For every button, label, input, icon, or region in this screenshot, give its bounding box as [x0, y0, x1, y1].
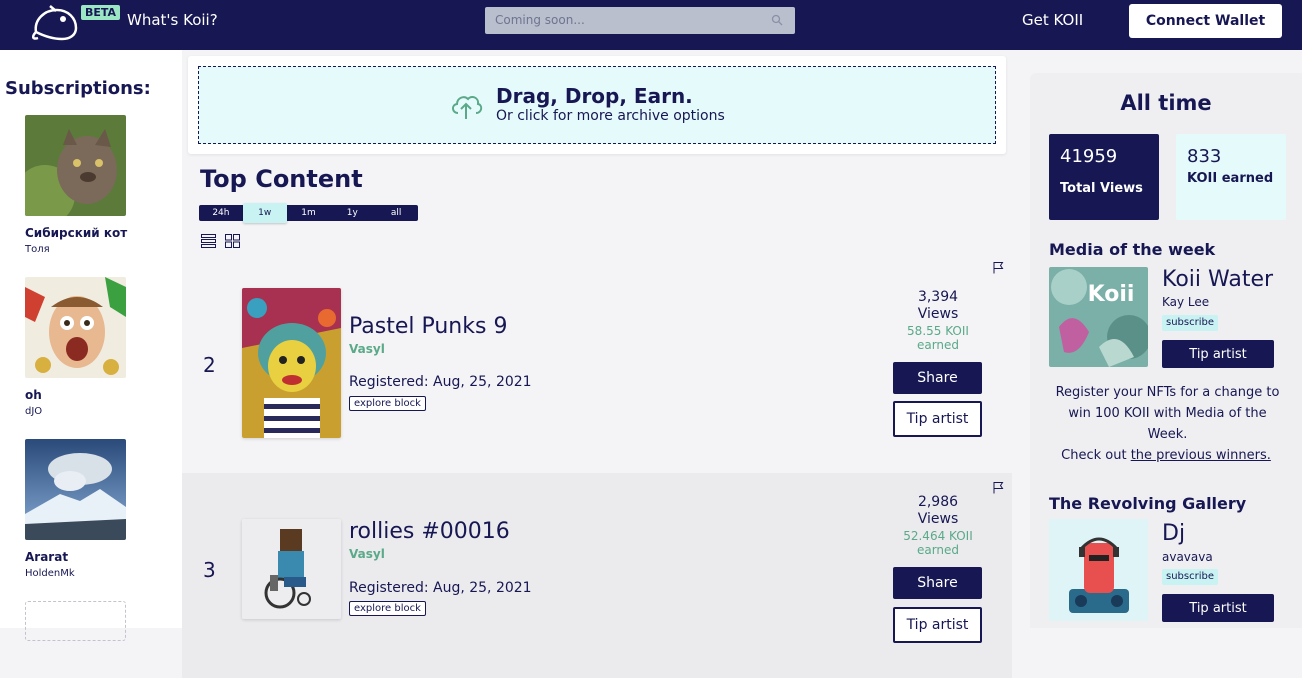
koii-earned: 58.55 KOII: [907, 324, 969, 338]
all-time-title: All time: [1120, 91, 1212, 115]
subscription-user: dJO: [25, 406, 43, 417]
content-row[interactable]: 2 Pastel Punks 9 Vasyl Registered: Aug, …: [182, 262, 1012, 472]
subscription-placeholder: [25, 601, 126, 641]
explore-block-button[interactable]: explore block: [349, 601, 426, 616]
previous-winners-link[interactable]: the previous winners.: [1131, 448, 1271, 463]
flag-icon[interactable]: [993, 481, 1004, 494]
subscription-item[interactable]: Ararat HoldenMk: [25, 439, 165, 579]
subscription-user: HoldenMk: [25, 568, 75, 579]
views-label: Views: [917, 511, 959, 527]
media-of-week-title: Media of the week: [1049, 240, 1216, 259]
subscription-name: Ararat: [25, 550, 69, 564]
nft-title[interactable]: rollies #00016: [349, 519, 510, 544]
media-of-week-user[interactable]: Kay Lee: [1162, 295, 1209, 309]
upload-dropzone[interactable]: Drag, Drop, Earn. Or click for more arch…: [198, 66, 996, 144]
search-input[interactable]: Coming soon...: [495, 13, 585, 27]
subscription-thumbnail[interactable]: [25, 277, 126, 378]
main-content: Drag, Drop, Earn. Or click for more arch…: [182, 50, 1012, 678]
explore-block-button[interactable]: explore block: [349, 396, 426, 411]
subscriptions-sidebar: Subscriptions: Сибирский кот Толя oh dJO: [0, 50, 182, 641]
get-koii-link[interactable]: Get KOII: [1022, 11, 1083, 29]
revolving-gallery-name[interactable]: Dj: [1162, 521, 1185, 546]
upload-subtitle: Or click for more archive options: [496, 108, 725, 124]
nft-stats: 3,394 Views 58.55 KOII earned: [884, 289, 992, 352]
nft-title[interactable]: Pastel Punks 9: [349, 314, 507, 339]
top-nav: BETA What's Koii? Coming soon... Get KOI…: [0, 0, 1302, 50]
subscription-item[interactable]: Сибирский кот Толя: [15, 115, 165, 255]
total-views-value: 41959: [1060, 146, 1118, 167]
stats-sidebar: All time 41959 Total Views 833 KOII earn…: [1030, 73, 1302, 628]
earned-label: earned: [916, 543, 960, 557]
subscription-user: Толя: [25, 244, 50, 255]
earned-label: earned: [916, 338, 960, 352]
top-content-title: Top Content: [200, 165, 363, 193]
subscription-item[interactable]: oh dJO: [25, 277, 165, 417]
total-views-label: Total Views: [1060, 181, 1143, 196]
check-out-line: Check out the previous winners.: [1030, 448, 1302, 463]
tip-artist-button[interactable]: Tip artist: [1162, 594, 1274, 622]
subscription-name: oh: [25, 388, 42, 402]
period-selector: 24h 1w 1m 1y all: [199, 203, 418, 223]
period-all[interactable]: all: [374, 205, 418, 221]
rank-number: 2: [203, 353, 216, 377]
revolving-gallery-title: The Revolving Gallery: [1049, 494, 1247, 513]
subscribe-button[interactable]: subscribe: [1162, 569, 1218, 585]
rank-number: 3: [203, 558, 216, 582]
period-1w[interactable]: 1w: [242, 203, 287, 223]
media-of-week-watermark: Koii: [1088, 282, 1135, 307]
nft-registered: Registered: Aug, 25, 2021: [349, 580, 532, 596]
search-icon: [771, 14, 783, 26]
period-1m[interactable]: 1m: [287, 205, 331, 221]
tip-artist-button[interactable]: Tip artist: [893, 401, 982, 437]
beta-badge: BETA: [81, 5, 121, 20]
nft-artist[interactable]: Vasyl: [349, 547, 385, 561]
period-24h[interactable]: 24h: [199, 205, 243, 221]
koii-earned-value: 833: [1187, 146, 1222, 167]
cloud-upload-icon: [452, 95, 483, 119]
period-1y[interactable]: 1y: [330, 205, 374, 221]
koii-earned-label: KOII earned: [1187, 171, 1274, 186]
check-out-text: Check out: [1061, 448, 1127, 463]
media-of-week-description: Register your NFTs for a change to win 1…: [1055, 385, 1280, 442]
connect-wallet-button[interactable]: Connect Wallet: [1129, 4, 1282, 38]
content-row[interactable]: 3 rollies #00016 Vasyl Registered: Aug, …: [182, 473, 1012, 678]
media-of-week-thumbnail[interactable]: Koii: [1049, 267, 1148, 367]
search-bar[interactable]: Coming soon...: [485, 7, 795, 34]
flag-icon[interactable]: [993, 261, 1004, 274]
subscribe-button[interactable]: subscribe: [1162, 315, 1218, 331]
subscription-thumbnail[interactable]: [25, 439, 126, 540]
list-view-icon[interactable]: [201, 234, 216, 248]
views-count: 2,986: [917, 494, 959, 510]
views-label: Views: [917, 306, 959, 322]
koii-logo-icon[interactable]: [30, 2, 82, 42]
grid-view-icon[interactable]: [225, 234, 240, 248]
whats-koii-link[interactable]: What's Koii?: [127, 11, 218, 29]
tip-artist-button[interactable]: Tip artist: [893, 607, 982, 643]
koii-earned: 52.464 KOII: [903, 529, 973, 543]
media-of-week-name[interactable]: Koii Water: [1162, 267, 1273, 292]
nft-artist[interactable]: Vasyl: [349, 342, 385, 356]
total-views-card: 41959 Total Views: [1049, 134, 1159, 220]
nft-thumbnail[interactable]: [242, 288, 341, 438]
share-button[interactable]: Share: [893, 362, 982, 394]
subscriptions-title: Subscriptions:: [5, 78, 151, 99]
nft-registered: Registered: Aug, 25, 2021: [349, 374, 532, 390]
subscription-thumbnail[interactable]: [15, 115, 126, 225]
share-button[interactable]: Share: [893, 567, 982, 599]
upload-title: Drag, Drop, Earn.: [496, 84, 693, 108]
tip-artist-button[interactable]: Tip artist: [1162, 340, 1274, 368]
revolving-gallery-user[interactable]: avavava: [1162, 550, 1213, 564]
upload-card: Drag, Drop, Earn. Or click for more arch…: [188, 56, 1006, 154]
nft-stats: 2,986 Views 52.464 KOII earned: [884, 494, 992, 557]
subscription-name: Сибирский кот: [25, 226, 128, 240]
koii-earned-card: 833 KOII earned: [1176, 134, 1286, 220]
nft-thumbnail[interactable]: [242, 519, 341, 619]
revolving-gallery-thumbnail[interactable]: [1049, 519, 1148, 621]
views-count: 3,394: [917, 289, 959, 305]
